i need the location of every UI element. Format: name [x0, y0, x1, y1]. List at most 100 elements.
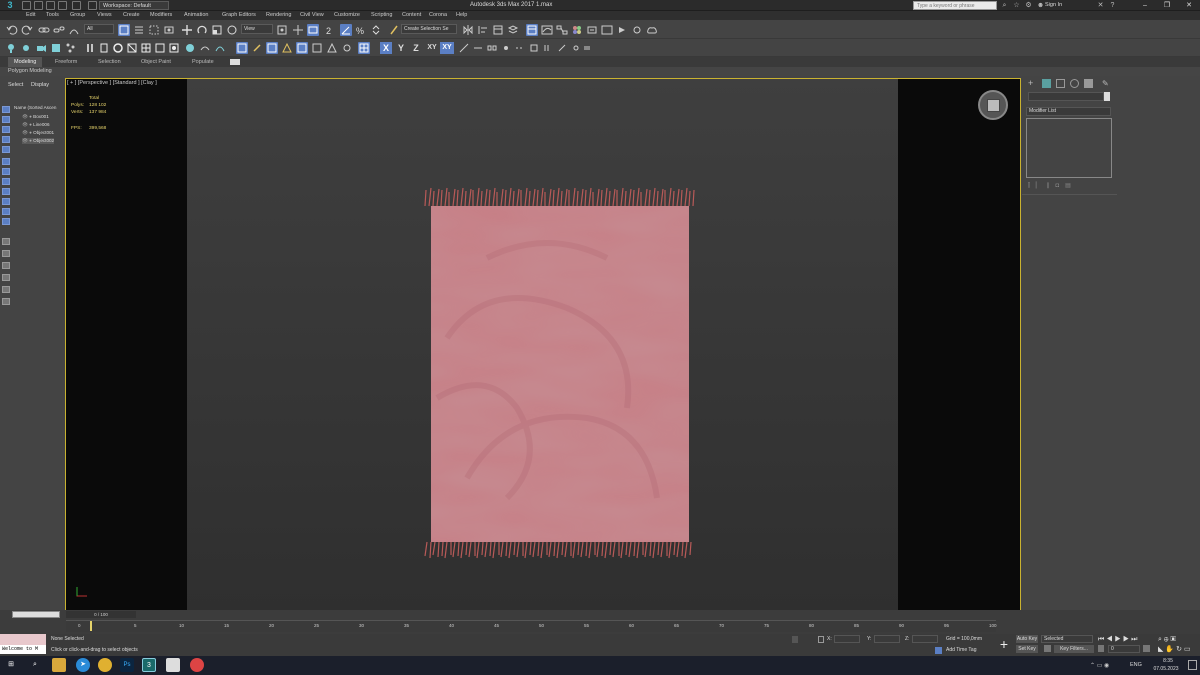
modifier-list-dropdown[interactable]: Modifier List — [1026, 107, 1111, 116]
previous-frame-icon[interactable]: ◀ — [1106, 636, 1114, 643]
display-containers-icon[interactable] — [2, 198, 10, 205]
menu-customize[interactable]: Customize — [334, 11, 360, 20]
scene-explorer-item[interactable]: 👁 ● Object002 — [22, 138, 55, 144]
display-hidden-icon[interactable] — [2, 218, 10, 225]
viewport-label-menu[interactable]: [ + ] [Perspective ] [Standard ] [Clay ] — [67, 80, 157, 86]
windows-start-icon[interactable]: ⊞ — [4, 658, 18, 672]
notifications-icon[interactable] — [1188, 660, 1197, 670]
align-camera-icon[interactable] — [581, 42, 593, 54]
axis-x-toggle[interactable]: X — [380, 42, 392, 54]
display-tab-icon[interactable] — [1084, 79, 1093, 88]
display-bones-icon[interactable] — [2, 188, 10, 195]
percent-snap-icon[interactable]: % — [355, 24, 367, 36]
angle-snap-icon[interactable] — [340, 24, 352, 36]
close-button[interactable]: ✕ — [1182, 0, 1196, 11]
scene-explorer-item[interactable]: 👁 ● Line006 — [22, 122, 50, 128]
lock-selection-icon[interactable] — [792, 636, 798, 643]
photos-icon[interactable] — [166, 658, 180, 672]
workspace-dropdown[interactable]: Workspace: Default — [99, 1, 169, 10]
redo-icon[interactable] — [72, 1, 81, 10]
axis-xy-cycle-toggle[interactable]: XY — [440, 42, 454, 54]
undo-icon[interactable] — [6, 24, 18, 36]
display-helpers-icon[interactable] — [2, 146, 10, 153]
menu-help[interactable]: Help — [456, 11, 467, 20]
move-icon[interactable] — [181, 24, 193, 36]
menu-content[interactable]: Content — [402, 11, 421, 20]
menu-create[interactable]: Create — [123, 11, 140, 20]
ribbon-panel-label[interactable]: Polygon Modeling — [0, 67, 1200, 76]
menu-group[interactable]: Group — [70, 11, 85, 20]
track-bar[interactable]: 0 5 10 15 20 25 30 35 40 45 50 55 60 65 … — [66, 620, 997, 632]
auto-key-button[interactable]: Auto Key — [1016, 635, 1038, 643]
key-mode-toggle-icon[interactable] — [1098, 645, 1104, 652]
array-icon[interactable] — [486, 42, 498, 54]
manipulate-icon[interactable] — [292, 24, 304, 36]
render-cloud-icon[interactable] — [646, 24, 658, 36]
menu-modifiers[interactable]: Modifiers — [150, 11, 172, 20]
spacing-tool-icon[interactable] — [514, 42, 526, 54]
corona-material-icon[interactable] — [154, 42, 166, 54]
exchange-icon[interactable]: ✕ — [1096, 1, 1105, 10]
bind-spacewarp-icon[interactable] — [68, 24, 80, 36]
key-selection-dropdown[interactable]: Selected — [1041, 635, 1093, 643]
key-filters-button[interactable]: Key Filters... — [1054, 645, 1094, 653]
menu-views[interactable]: Views — [97, 11, 112, 20]
display-frozen-icon[interactable] — [2, 208, 10, 215]
rotate-icon[interactable] — [196, 24, 208, 36]
named-selection-set-dropdown[interactable]: Create Selection Se — [401, 24, 457, 34]
hierarchy-tab-icon[interactable] — [1056, 79, 1065, 88]
spinner-snap-icon[interactable] — [370, 24, 382, 36]
clock-time[interactable]: 8:35 — [1153, 658, 1183, 664]
scene-explorer-tab-select[interactable]: Select — [8, 82, 23, 88]
set-key-button[interactable]: Set Key — [1016, 645, 1038, 653]
ribbon-tab-freeform[interactable]: Freeform — [55, 57, 77, 67]
add-time-tag-button[interactable]: Add Time Tag — [946, 647, 976, 653]
menu-tools[interactable]: Tools — [46, 11, 59, 20]
object-name-field[interactable] — [1028, 92, 1104, 101]
current-frame-field[interactable]: 0 — [1108, 645, 1140, 653]
show-end-result-icon[interactable]: ▏ — [1036, 183, 1041, 189]
viewcube-icon[interactable] — [978, 90, 1008, 120]
snap-face-icon[interactable] — [326, 42, 338, 54]
corona-displace-icon[interactable] — [168, 42, 180, 54]
ribbon-tab-object-paint[interactable]: Object Paint — [141, 57, 171, 67]
maxscript-listener-input[interactable] — [0, 634, 46, 645]
corona-sky-icon[interactable] — [214, 42, 226, 54]
corona-decal-icon[interactable] — [84, 42, 96, 54]
schematic-view-icon[interactable] — [556, 24, 568, 36]
selection-filter-dropdown[interactable]: All — [84, 24, 114, 34]
snap-edge-icon[interactable] — [311, 42, 323, 54]
set-key-big-icon[interactable]: + — [996, 636, 1012, 652]
display-shapes-icon[interactable] — [2, 116, 10, 123]
user-icon[interactable]: ☻ — [1036, 1, 1045, 10]
maximize-viewport-icon[interactable]: ▭ — [1184, 646, 1193, 653]
pivot-center-icon[interactable] — [276, 24, 288, 36]
next-frame-icon[interactable]: ▶ — [1123, 636, 1131, 643]
x-coordinate-field[interactable] — [834, 635, 860, 643]
motion-tab-icon[interactable] — [1070, 79, 1079, 88]
scene-explorer-item[interactable]: 👁 ● Box001 — [22, 114, 49, 120]
3ds-max-taskbar-icon[interactable]: 3 — [142, 658, 156, 672]
time-tag-icon[interactable] — [935, 647, 942, 654]
redo-icon[interactable] — [21, 24, 33, 36]
hierarchy-icon[interactable] — [2, 298, 10, 305]
key-mode-icon[interactable] — [1044, 645, 1051, 652]
display-xrefs-icon[interactable] — [2, 178, 10, 185]
zoom-extents-icon[interactable]: ▣ — [1171, 636, 1178, 643]
pan-icon[interactable]: ✋ — [1165, 646, 1176, 653]
ref-coord-dropdown[interactable]: View — [241, 24, 273, 34]
scene-explorer-item[interactable]: 👁 ● Object001 — [22, 130, 54, 136]
z-coordinate-field[interactable] — [912, 635, 938, 643]
constraint-icon[interactable] — [472, 42, 484, 54]
viewport-safe-frame-right[interactable] — [898, 78, 1020, 610]
clock-date[interactable]: 07.05.2023 — [1146, 666, 1186, 672]
toggle-layer-explorer-icon[interactable] — [507, 24, 519, 36]
configure-modifier-sets-icon[interactable]: ▤ — [1065, 183, 1071, 189]
align-icon[interactable] — [477, 24, 489, 36]
display-groups-icon[interactable] — [2, 168, 10, 175]
window-crossing-icon[interactable] — [163, 24, 175, 36]
favorites-icon[interactable]: ☆ — [1012, 1, 1021, 10]
render-production-icon[interactable] — [616, 24, 628, 36]
maximize-button[interactable]: ❐ — [1160, 0, 1174, 11]
menu-corona[interactable]: Corona — [429, 11, 447, 20]
